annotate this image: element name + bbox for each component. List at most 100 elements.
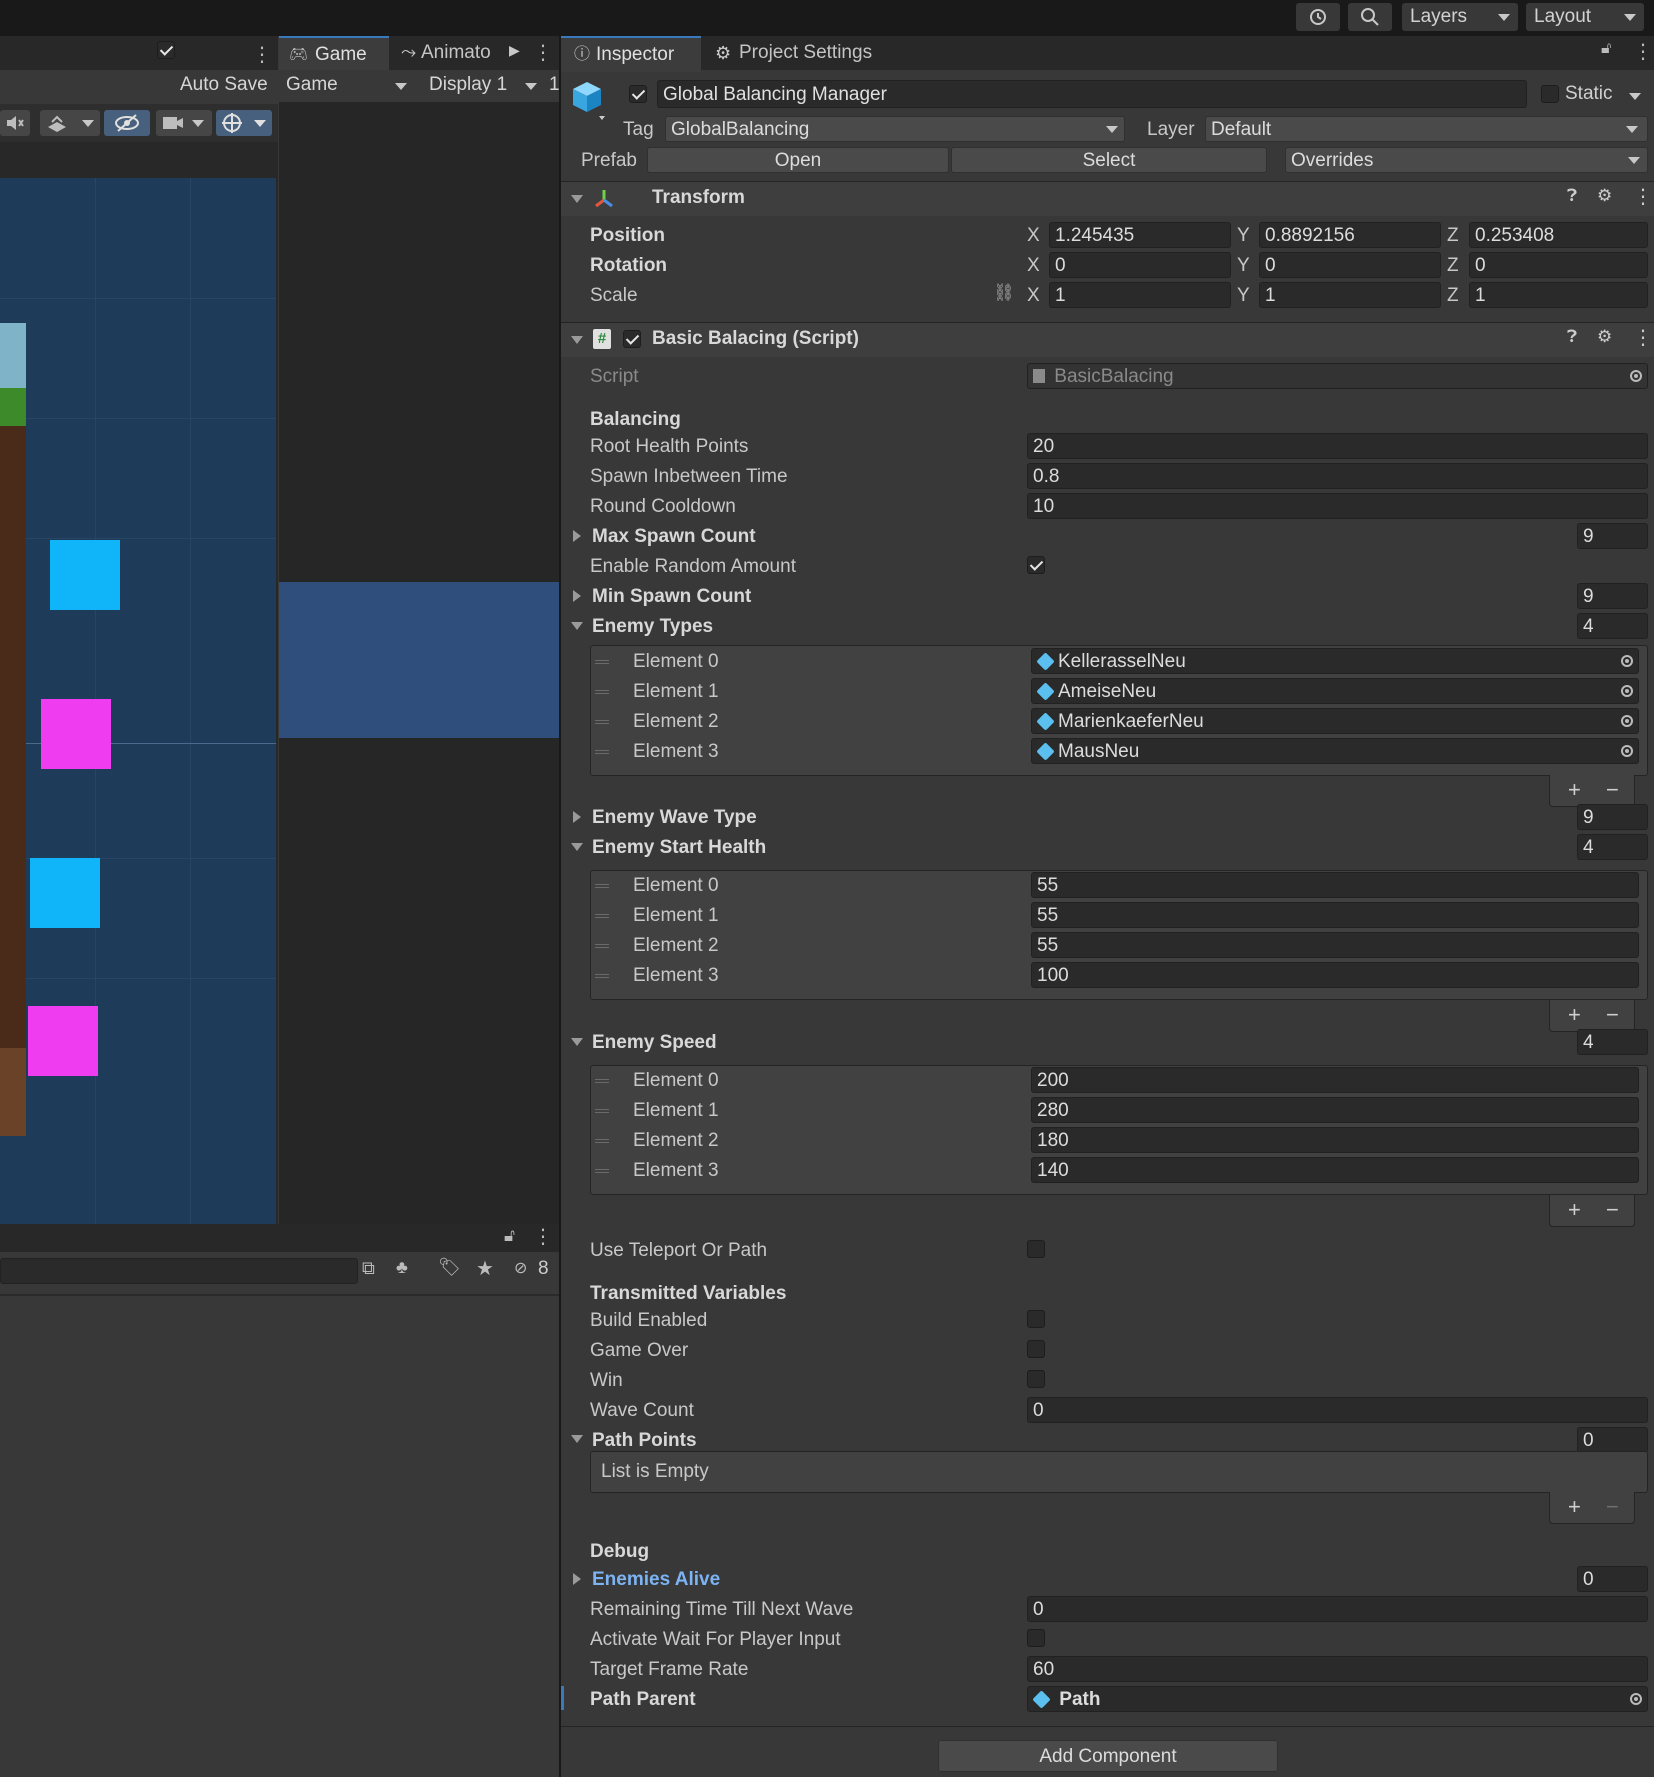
position-z-label[interactable]: Z [1447, 225, 1459, 247]
drag-handle-icon[interactable] [595, 914, 609, 918]
static-checkbox[interactable] [1541, 85, 1559, 103]
win-checkbox[interactable] [1027, 1370, 1045, 1388]
list-element-input[interactable]: 140 [1031, 1157, 1639, 1183]
drag-handle-icon[interactable] [595, 974, 609, 978]
project-search-input[interactable] [0, 1258, 358, 1284]
remove-element-button[interactable]: − [1606, 1197, 1619, 1223]
display-select[interactable]: Display 1 [429, 74, 507, 96]
drag-handle-icon[interactable] [595, 884, 609, 888]
game-viewport[interactable] [279, 582, 559, 738]
drag-handle-icon[interactable] [595, 1139, 609, 1143]
lock-icon[interactable]: 🔓︎ [504, 1226, 515, 1246]
audio-toggle-button[interactable] [0, 110, 30, 136]
object-reference-field[interactable]: MarienkaeferNeu [1031, 708, 1639, 734]
drag-handle-icon[interactable] [595, 720, 609, 724]
position-z-input[interactable]: 0.253408 [1469, 222, 1648, 248]
enemy-square[interactable] [30, 858, 100, 928]
foldout-arrow-icon[interactable] [571, 622, 583, 630]
active-checkbox[interactable] [629, 85, 647, 103]
max-spawn-size-input[interactable]: 9 [1577, 523, 1648, 549]
enemy-types-size-input[interactable]: 4 [1577, 613, 1648, 639]
foldout-arrow-icon[interactable] [573, 1573, 581, 1585]
tab-scroll-right-icon[interactable]: ▶ [509, 42, 520, 59]
foldout-arrow-icon[interactable] [571, 1038, 583, 1046]
gizmos-dropdown[interactable] [216, 110, 272, 136]
scene-view[interactable] [0, 178, 276, 1258]
foldout-arrow-icon[interactable] [573, 590, 581, 602]
object-picker-icon[interactable] [1630, 1693, 1642, 1705]
star-icon[interactable]: ★ [476, 1256, 494, 1281]
chevron-down-icon[interactable] [1629, 93, 1641, 100]
enable-random-checkbox[interactable] [1027, 556, 1045, 574]
min-spawn-label[interactable]: Min Spawn Count [592, 586, 751, 608]
object-picker-icon[interactable] [1621, 715, 1633, 727]
more-menu-icon[interactable]: ⋮ [533, 40, 553, 65]
script-component-header[interactable]: # Basic Balacing (Script) ❓︎ ⚙︎ ⋮ [561, 322, 1654, 357]
tab-inspector[interactable]: ⓘ Inspector [561, 36, 701, 72]
script-enabled-checkbox[interactable] [623, 330, 641, 348]
wave-count-input[interactable]: 0 [1027, 1397, 1648, 1423]
layer-dropdown[interactable]: Default [1205, 116, 1648, 142]
list-element-input[interactable]: 180 [1031, 1127, 1639, 1153]
enemy-speed-size-input[interactable]: 4 [1577, 1029, 1648, 1055]
add-element-button[interactable]: + [1568, 777, 1581, 803]
scale-z-input[interactable]: 1 [1469, 282, 1648, 308]
rotation-y-input[interactable]: 0 [1259, 252, 1441, 278]
prefab-open-button[interactable]: Open [647, 147, 949, 173]
remaining-time-input[interactable]: 0 [1027, 1596, 1648, 1622]
resolution-select[interactable]: 1 [549, 74, 560, 96]
scale-y-input[interactable]: 1 [1259, 282, 1441, 308]
enemy-wave-label[interactable]: Enemy Wave Type [592, 807, 757, 829]
rotation-x-label[interactable]: X [1027, 255, 1040, 277]
more-menu-icon[interactable]: ⋮ [1633, 325, 1653, 350]
rotation-x-input[interactable]: 0 [1049, 252, 1231, 278]
foldout-arrow-icon[interactable] [571, 1435, 583, 1443]
list-element-input[interactable]: 55 [1031, 872, 1639, 898]
tag-dropdown[interactable]: GlobalBalancing [665, 116, 1125, 142]
search-button[interactable] [1348, 3, 1392, 31]
drag-handle-icon[interactable] [595, 1079, 609, 1083]
enemy-square[interactable] [50, 540, 120, 610]
tab-project-settings[interactable]: ⚙ Project Settings [703, 36, 903, 70]
add-element-button[interactable]: + [1568, 1002, 1581, 1028]
foldout-arrow-icon[interactable] [573, 530, 581, 542]
enemy-health-label[interactable]: Enemy Start Health [592, 837, 766, 859]
min-spawn-size-input[interactable]: 9 [1577, 583, 1648, 609]
more-menu-icon[interactable]: ⋮ [252, 42, 272, 67]
position-x-label[interactable]: X [1027, 225, 1040, 247]
drag-handle-icon[interactable] [595, 660, 609, 664]
path-parent-field[interactable]: Path [1027, 1686, 1648, 1712]
spawn-time-input[interactable]: 0.8 [1027, 463, 1648, 489]
wait-input-checkbox[interactable] [1027, 1629, 1045, 1647]
effects-dropdown[interactable] [40, 110, 100, 136]
scale-x-label[interactable]: X [1027, 285, 1040, 307]
hidden-objects-toggle[interactable] [104, 110, 150, 136]
enemy-wave-size-input[interactable]: 9 [1577, 804, 1648, 830]
prefab-overrides-dropdown[interactable]: Overrides [1285, 147, 1648, 173]
enemies-alive-label[interactable]: Enemies Alive [592, 1569, 720, 1591]
object-name-input[interactable]: Global Balancing Manager [657, 80, 1527, 108]
list-element-input[interactable]: 100 [1031, 962, 1639, 988]
scale-z-label[interactable]: Z [1447, 285, 1459, 307]
teleport-checkbox[interactable] [1027, 1240, 1045, 1258]
more-menu-icon[interactable]: ⋮ [1633, 184, 1653, 209]
camera-dropdown[interactable] [156, 110, 212, 136]
search-by-type-icon[interactable]: ⧉ [362, 1258, 375, 1279]
list-element-input[interactable]: 55 [1031, 902, 1639, 928]
enemy-types-label[interactable]: Enemy Types [592, 616, 713, 638]
target-fps-input[interactable]: 60 [1027, 1656, 1648, 1682]
remove-element-button[interactable]: − [1606, 777, 1619, 803]
scale-x-input[interactable]: 1 [1049, 282, 1231, 308]
drag-handle-icon[interactable] [595, 750, 609, 754]
drag-handle-icon[interactable] [595, 1109, 609, 1113]
foldout-arrow-icon[interactable] [571, 843, 583, 851]
object-reference-field[interactable]: KellerasselNeu [1031, 648, 1639, 674]
enemy-square[interactable] [41, 699, 111, 769]
enemy-square[interactable] [28, 1006, 98, 1076]
build-enabled-checkbox[interactable] [1027, 1310, 1045, 1328]
drag-handle-icon[interactable] [595, 1169, 609, 1173]
object-reference-field[interactable]: MausNeu [1031, 738, 1639, 764]
layout-dropdown[interactable]: Layout [1526, 3, 1644, 31]
object-picker-icon[interactable] [1621, 685, 1633, 697]
path-points-size-input[interactable]: 0 [1577, 1427, 1648, 1453]
